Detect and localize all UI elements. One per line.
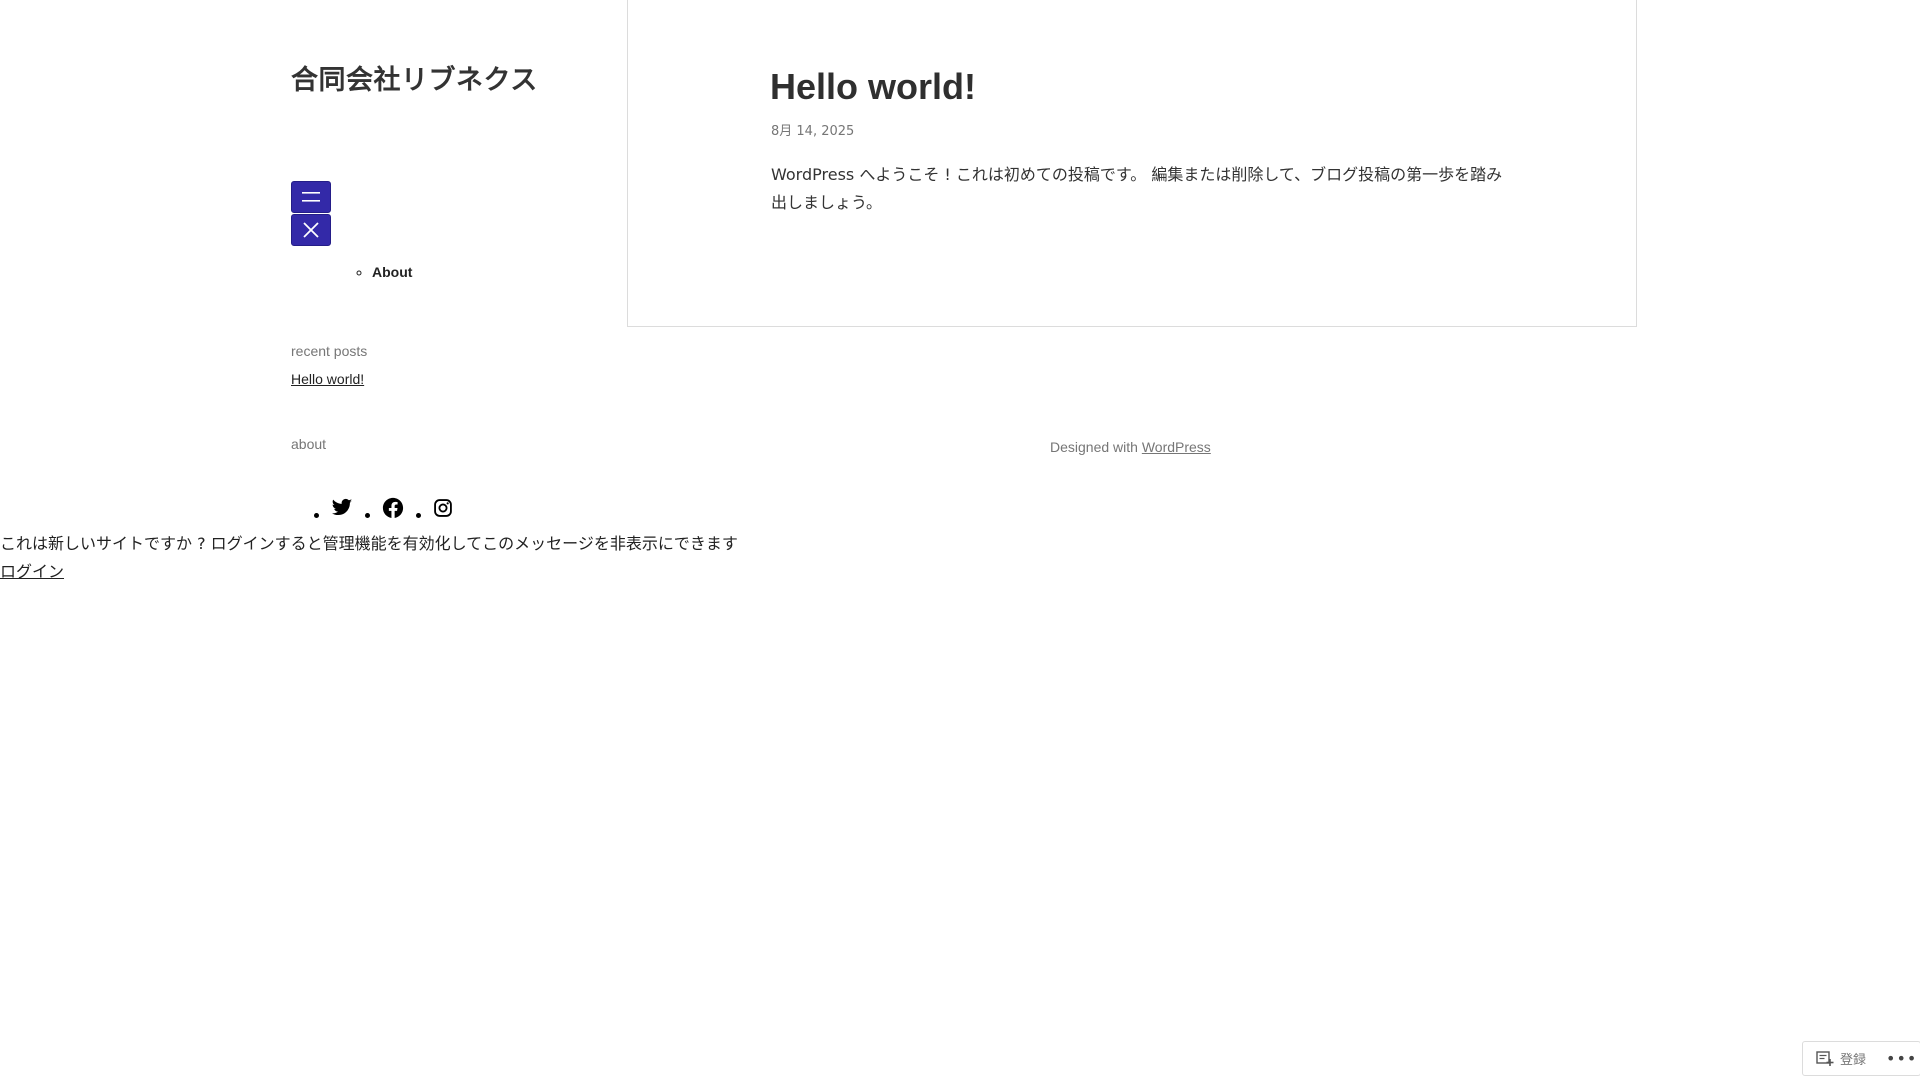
hamburger-icon: [302, 192, 320, 202]
more-options-button[interactable]: •••: [1886, 1049, 1917, 1068]
about-title: about: [291, 436, 327, 452]
register-icon: [1816, 1050, 1834, 1066]
login-link[interactable]: ログイン: [0, 562, 64, 581]
list-bullet: [416, 512, 421, 518]
close-icon: [303, 222, 319, 238]
list-bullet: [314, 512, 319, 518]
list-bullet: [365, 512, 370, 518]
nav-menu: About: [356, 264, 412, 280]
instagram-icon[interactable]: [433, 498, 453, 518]
login-notice: これは新しいサイトですか ? ログインすると管理機能を有効化してこのメッセージを…: [0, 530, 738, 586]
post-title[interactable]: Hello world!: [770, 66, 976, 108]
recent-posts-title: recent posts: [291, 343, 368, 359]
admin-bar: 登録 •••: [1802, 1041, 1920, 1076]
social-links: [314, 497, 465, 519]
site-footer: Designed with WordPress: [1050, 439, 1211, 455]
menu-open-button[interactable]: [291, 181, 331, 213]
recent-post-link[interactable]: Hello world!: [291, 371, 364, 387]
menu-close-button[interactable]: [291, 214, 331, 246]
notice-message: これは新しいサイトですか ? ログインすると管理機能を有効化してこのメッセージを…: [0, 534, 738, 553]
site-title[interactable]: 合同会社リブネクス: [291, 58, 538, 97]
facebook-icon[interactable]: [382, 497, 404, 519]
post-body: WordPress へようこそ ! これは初めての投稿です。 編集または削除して…: [771, 165, 1503, 212]
twitter-icon[interactable]: [331, 498, 353, 518]
register-label: 登録: [1840, 1053, 1867, 1068]
wordpress-link[interactable]: WordPress: [1142, 439, 1211, 455]
post-date[interactable]: 8月 14, 2025: [771, 120, 854, 139]
menu-item-about[interactable]: About: [372, 264, 412, 280]
register-button[interactable]: 登録: [1816, 1049, 1866, 1068]
footer-prefix: Designed with: [1050, 439, 1138, 455]
